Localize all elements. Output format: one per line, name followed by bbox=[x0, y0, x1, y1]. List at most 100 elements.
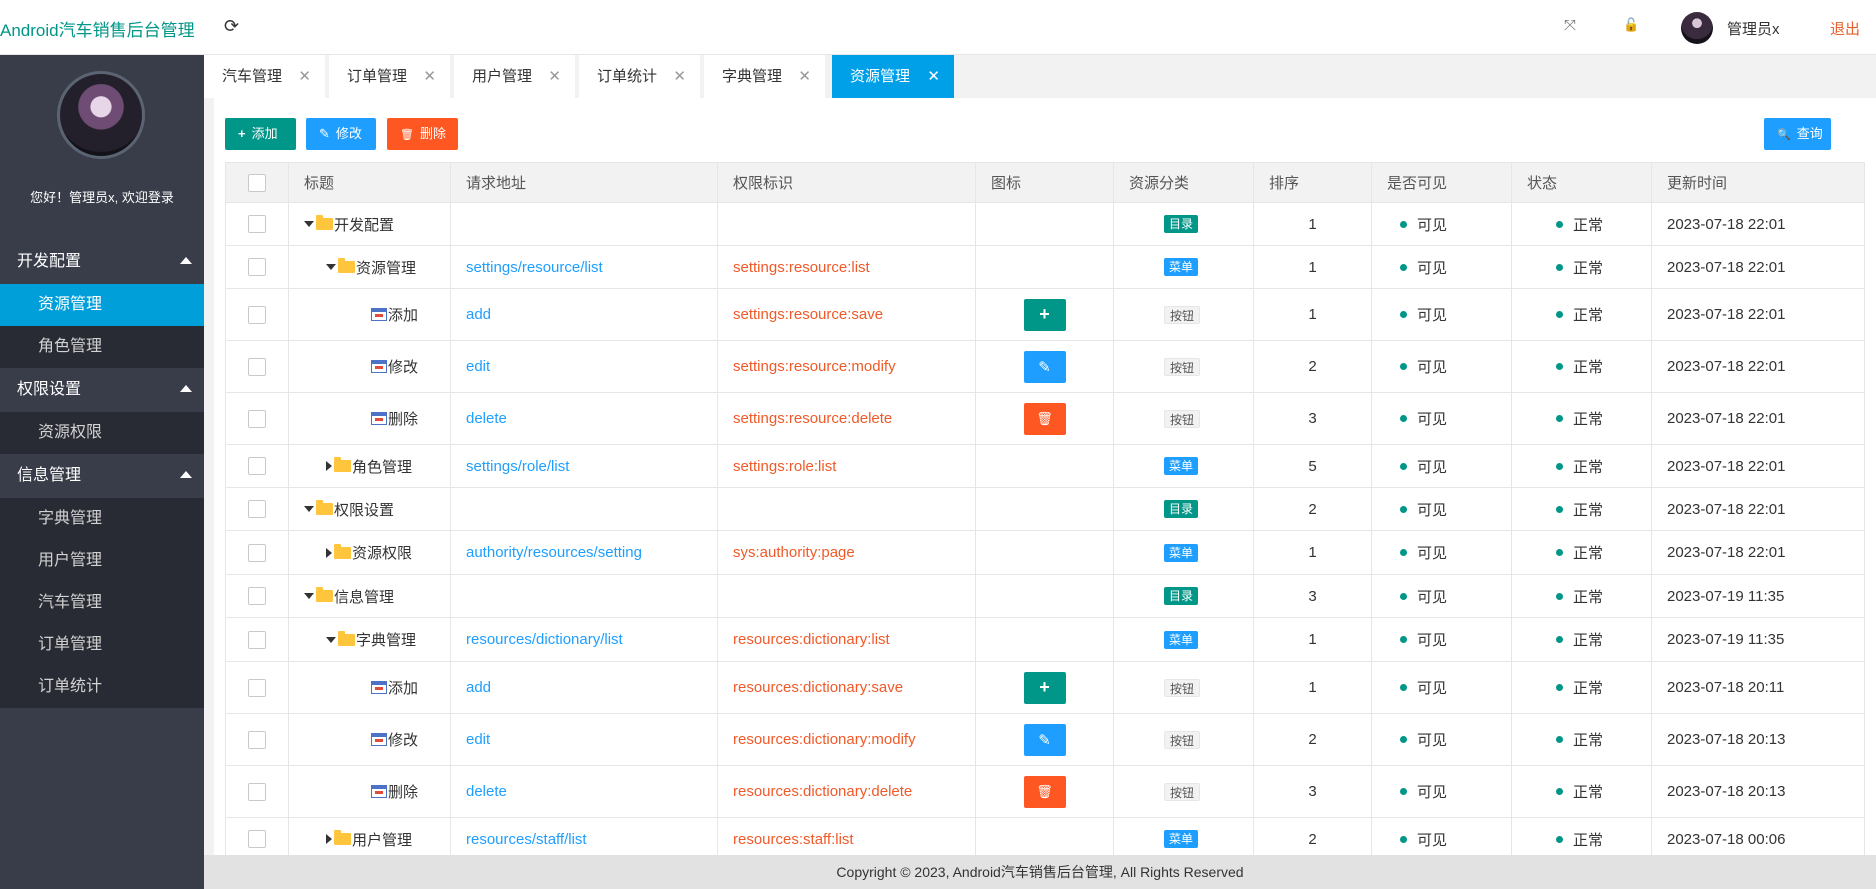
status-dot bbox=[1556, 736, 1563, 743]
sidebar-item-resource-mgmt[interactable]: 资源管理 bbox=[0, 284, 204, 326]
sort-order: 3 bbox=[1308, 783, 1317, 800]
table-row[interactable]: 资源管理 settings/resource/list settings:resou… bbox=[225, 246, 1865, 289]
row-title: 资源管理 bbox=[356, 259, 417, 277]
row-title: 资源权限 bbox=[352, 545, 413, 562]
row-checkbox[interactable] bbox=[248, 543, 266, 562]
tab-dictionary[interactable]: 字典管理 ✕ bbox=[704, 55, 825, 98]
update-time: 2023-07-18 22:01 bbox=[1667, 544, 1786, 561]
table-row[interactable]: 添加 add settings:resource:save + 按钮 1 可见 正常 2023-… bbox=[225, 289, 1865, 341]
tab-resource-mgmt[interactable]: 资源管理 ✕ bbox=[832, 55, 954, 98]
app-title[interactable]: Android汽车销售后台管理 bbox=[0, 16, 195, 41]
status-dot bbox=[1556, 311, 1563, 318]
sort-order: 1 bbox=[1308, 544, 1317, 561]
select-all-checkbox[interactable] bbox=[248, 173, 266, 192]
status-text: 正常 bbox=[1573, 359, 1604, 376]
row-checkbox[interactable] bbox=[248, 678, 266, 697]
caret-down-icon[interactable] bbox=[304, 506, 314, 512]
row-checkbox[interactable] bbox=[248, 305, 266, 324]
delete-button[interactable]: 🗑 删除 bbox=[387, 118, 458, 150]
close-icon[interactable]: ✕ bbox=[798, 55, 811, 98]
tab-order-stats[interactable]: 订单统计 ✕ bbox=[579, 55, 700, 98]
close-icon[interactable]: ✕ bbox=[298, 55, 311, 98]
row-checkbox[interactable] bbox=[248, 215, 266, 233]
request-url: add bbox=[466, 306, 492, 323]
table-row[interactable]: 权限设置 目录 2 可见 正常 2023-07-18 22:01 bbox=[225, 488, 1865, 531]
status-dot bbox=[1400, 835, 1407, 843]
sidebar-item-users[interactable]: 用户管理 bbox=[0, 540, 204, 582]
row-checkbox[interactable] bbox=[248, 500, 266, 518]
admin-name[interactable]: 管理员x bbox=[1727, 18, 1780, 39]
trash-icon: 🗑 bbox=[400, 129, 414, 141]
status-dot bbox=[1556, 549, 1563, 556]
caret-right-icon[interactable] bbox=[326, 547, 332, 558]
caret-down-icon[interactable] bbox=[304, 221, 314, 227]
table-row[interactable]: 修改 edit resources:dictionary:modify ✎ 按钮 2 可见 正… bbox=[225, 714, 1865, 766]
folder-open-icon bbox=[316, 215, 333, 230]
table-row[interactable]: 角色管理 settings/role/list settings:role:list… bbox=[225, 445, 1865, 488]
caret-down-icon[interactable] bbox=[304, 593, 314, 599]
close-icon[interactable]: ✕ bbox=[423, 55, 436, 98]
caret-right-icon[interactable] bbox=[326, 834, 332, 844]
table-row[interactable]: 用户管理 resources/staff/list resources:staff:… bbox=[225, 818, 1865, 855]
sidebar-item-cars[interactable]: 汽车管理 bbox=[0, 582, 204, 624]
close-icon[interactable]: ✕ bbox=[673, 55, 686, 98]
row-checkbox[interactable] bbox=[248, 730, 266, 749]
main-content: + 添加 ✎ 修改 🗑 删除 🔍 查询 标题 请求地址 权限标识 图标 资源分类 排序 是否可见 状态… bbox=[214, 98, 1876, 855]
sidebar-item-resource-permission[interactable]: 资源权限 bbox=[0, 412, 204, 454]
sort-order: 3 bbox=[1308, 410, 1317, 427]
status-dot bbox=[1400, 549, 1407, 556]
status-text: 正常 bbox=[1573, 307, 1604, 324]
sidebar-item-order-stats[interactable]: 订单统计 bbox=[0, 666, 204, 708]
sidebar-group-dev-config[interactable]: 开发配置 bbox=[0, 240, 204, 284]
table-row[interactable]: 添加 add resources:dictionary:save + 按钮 1 可见 正常 20… bbox=[225, 662, 1865, 714]
logout-link[interactable]: 退出 bbox=[1830, 18, 1860, 39]
lock-icon[interactable]: 🔓 bbox=[1623, 17, 1639, 33]
row-checkbox[interactable] bbox=[248, 258, 266, 276]
sidebar-group-info-mgmt[interactable]: 信息管理 bbox=[0, 454, 204, 498]
row-title: 字典管理 bbox=[356, 632, 417, 649]
footer-copyright: Copyright © 2023, Android汽车销售后台管理, All R… bbox=[204, 855, 1876, 889]
row-checkbox[interactable] bbox=[248, 457, 266, 475]
sidebar-item-role-mgmt[interactable]: 角色管理 bbox=[0, 326, 204, 368]
table-row[interactable]: 开发配置 目录 1 可见 正常 2023-07-18 22:01 bbox=[225, 203, 1865, 246]
row-checkbox[interactable] bbox=[248, 630, 266, 649]
row-title: 添加 bbox=[388, 307, 419, 324]
row-checkbox[interactable] bbox=[248, 782, 266, 801]
add-button[interactable]: + 添加 bbox=[225, 118, 296, 150]
row-checkbox[interactable] bbox=[248, 409, 266, 428]
button-label: 修改 bbox=[335, 126, 362, 141]
sidebar-group-permission[interactable]: 权限设置 bbox=[0, 368, 204, 412]
close-icon[interactable]: ✕ bbox=[927, 55, 940, 98]
type-badge: 按钮 bbox=[1164, 730, 1201, 749]
query-button[interactable]: 🔍 查询 bbox=[1764, 118, 1831, 150]
request-url: edit bbox=[466, 358, 491, 375]
type-badge: 目录 bbox=[1164, 587, 1199, 605]
refresh-icon[interactable]: ⟳ bbox=[224, 16, 239, 37]
caret-down-icon[interactable] bbox=[326, 264, 336, 270]
close-icon[interactable]: ✕ bbox=[548, 55, 561, 98]
table-row[interactable]: 删除 delete settings:resource:delete 🗑 按钮 3 可见 正常… bbox=[225, 393, 1865, 445]
top-header: Android汽车销售后台管理 ⟳ ⤧ 🔓 管理员x 退出 bbox=[0, 0, 1876, 55]
tab-order-mgmt[interactable]: 订单管理 ✕ bbox=[329, 55, 450, 98]
status-text: 正常 bbox=[1573, 259, 1604, 277]
table-row[interactable]: 修改 edit settings:resource:modify ✎ 按钮 2 可见 正常 20… bbox=[225, 341, 1865, 393]
fullscreen-icon[interactable]: ⤧ bbox=[1564, 17, 1576, 34]
caret-down-icon[interactable] bbox=[326, 636, 336, 643]
sidebar-item-dictionary[interactable]: 字典管理 bbox=[0, 498, 204, 540]
visible-text: 可见 bbox=[1417, 732, 1448, 749]
row-checkbox[interactable] bbox=[248, 357, 266, 376]
status-dot bbox=[1400, 363, 1407, 370]
table-row[interactable]: 资源权限 authority/resources/setting sys:autho… bbox=[225, 531, 1865, 575]
permission-key: settings:resource:modify bbox=[733, 358, 896, 375]
table-row[interactable]: 信息管理 目录 3 可见 正常 2023-07-19 11:35 bbox=[225, 575, 1865, 618]
table-row[interactable]: 字典管理 resources/dictionary/list resources:d… bbox=[225, 618, 1865, 662]
sidebar-item-orders[interactable]: 订单管理 bbox=[0, 624, 204, 666]
tab-user-mgmt[interactable]: 用户管理 ✕ bbox=[454, 55, 575, 98]
tab-car-mgmt[interactable]: 汽车管理 ✕ bbox=[204, 55, 325, 98]
edit-button[interactable]: ✎ 修改 bbox=[306, 118, 376, 150]
caret-right-icon[interactable] bbox=[326, 461, 332, 471]
row-checkbox[interactable] bbox=[248, 830, 266, 848]
avatar[interactable] bbox=[1681, 12, 1713, 44]
row-checkbox[interactable] bbox=[248, 587, 266, 605]
table-row[interactable]: 删除 delete resources:dictionary:delete 🗑 按钮 3 可… bbox=[225, 766, 1865, 818]
